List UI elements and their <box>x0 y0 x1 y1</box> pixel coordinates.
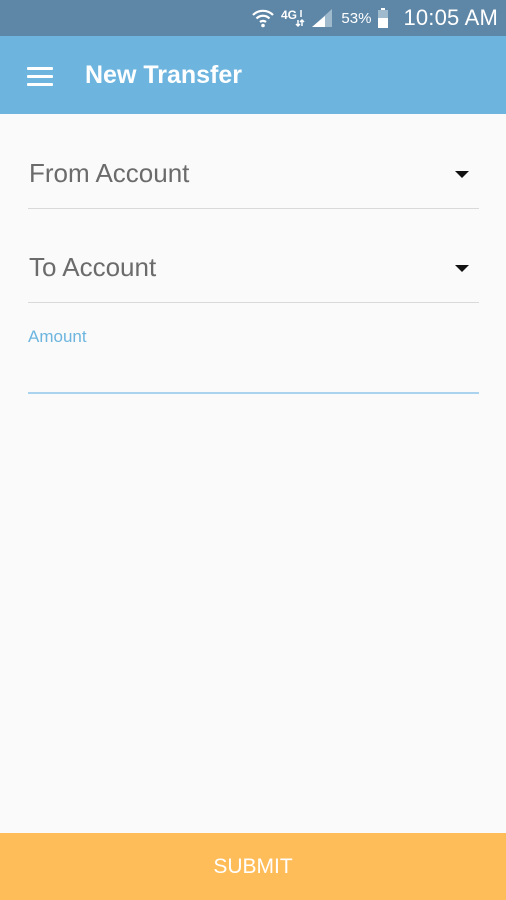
battery-icon <box>377 7 389 29</box>
to-account-label: To Account <box>29 252 157 282</box>
wifi-icon <box>251 7 275 29</box>
amount-input[interactable] <box>28 354 479 394</box>
chevron-down-icon <box>455 265 469 272</box>
page-title: New Transfer <box>85 61 243 89</box>
app-bar: New Transfer <box>0 36 506 114</box>
status-bar: 4G 53% 10:05 AM <box>0 0 506 36</box>
signal-icon <box>311 8 333 28</box>
chevron-down-icon <box>455 171 469 178</box>
battery-percentage: 53% <box>341 9 372 27</box>
svg-text:4G: 4G <box>281 8 297 22</box>
to-account-dropdown[interactable]: To Account <box>28 242 479 303</box>
network-4g-icon: 4G <box>281 7 305 29</box>
from-account-dropdown[interactable]: From Account <box>28 148 479 209</box>
from-account-label: From Account <box>29 158 190 188</box>
amount-label: Amount <box>28 327 87 346</box>
clock: 10:05 AM <box>403 5 498 30</box>
menu-icon[interactable] <box>27 66 53 86</box>
status-icons: 4G 53% 10:05 AM <box>251 0 498 36</box>
submit-button[interactable]: SUBMIT <box>0 833 506 900</box>
